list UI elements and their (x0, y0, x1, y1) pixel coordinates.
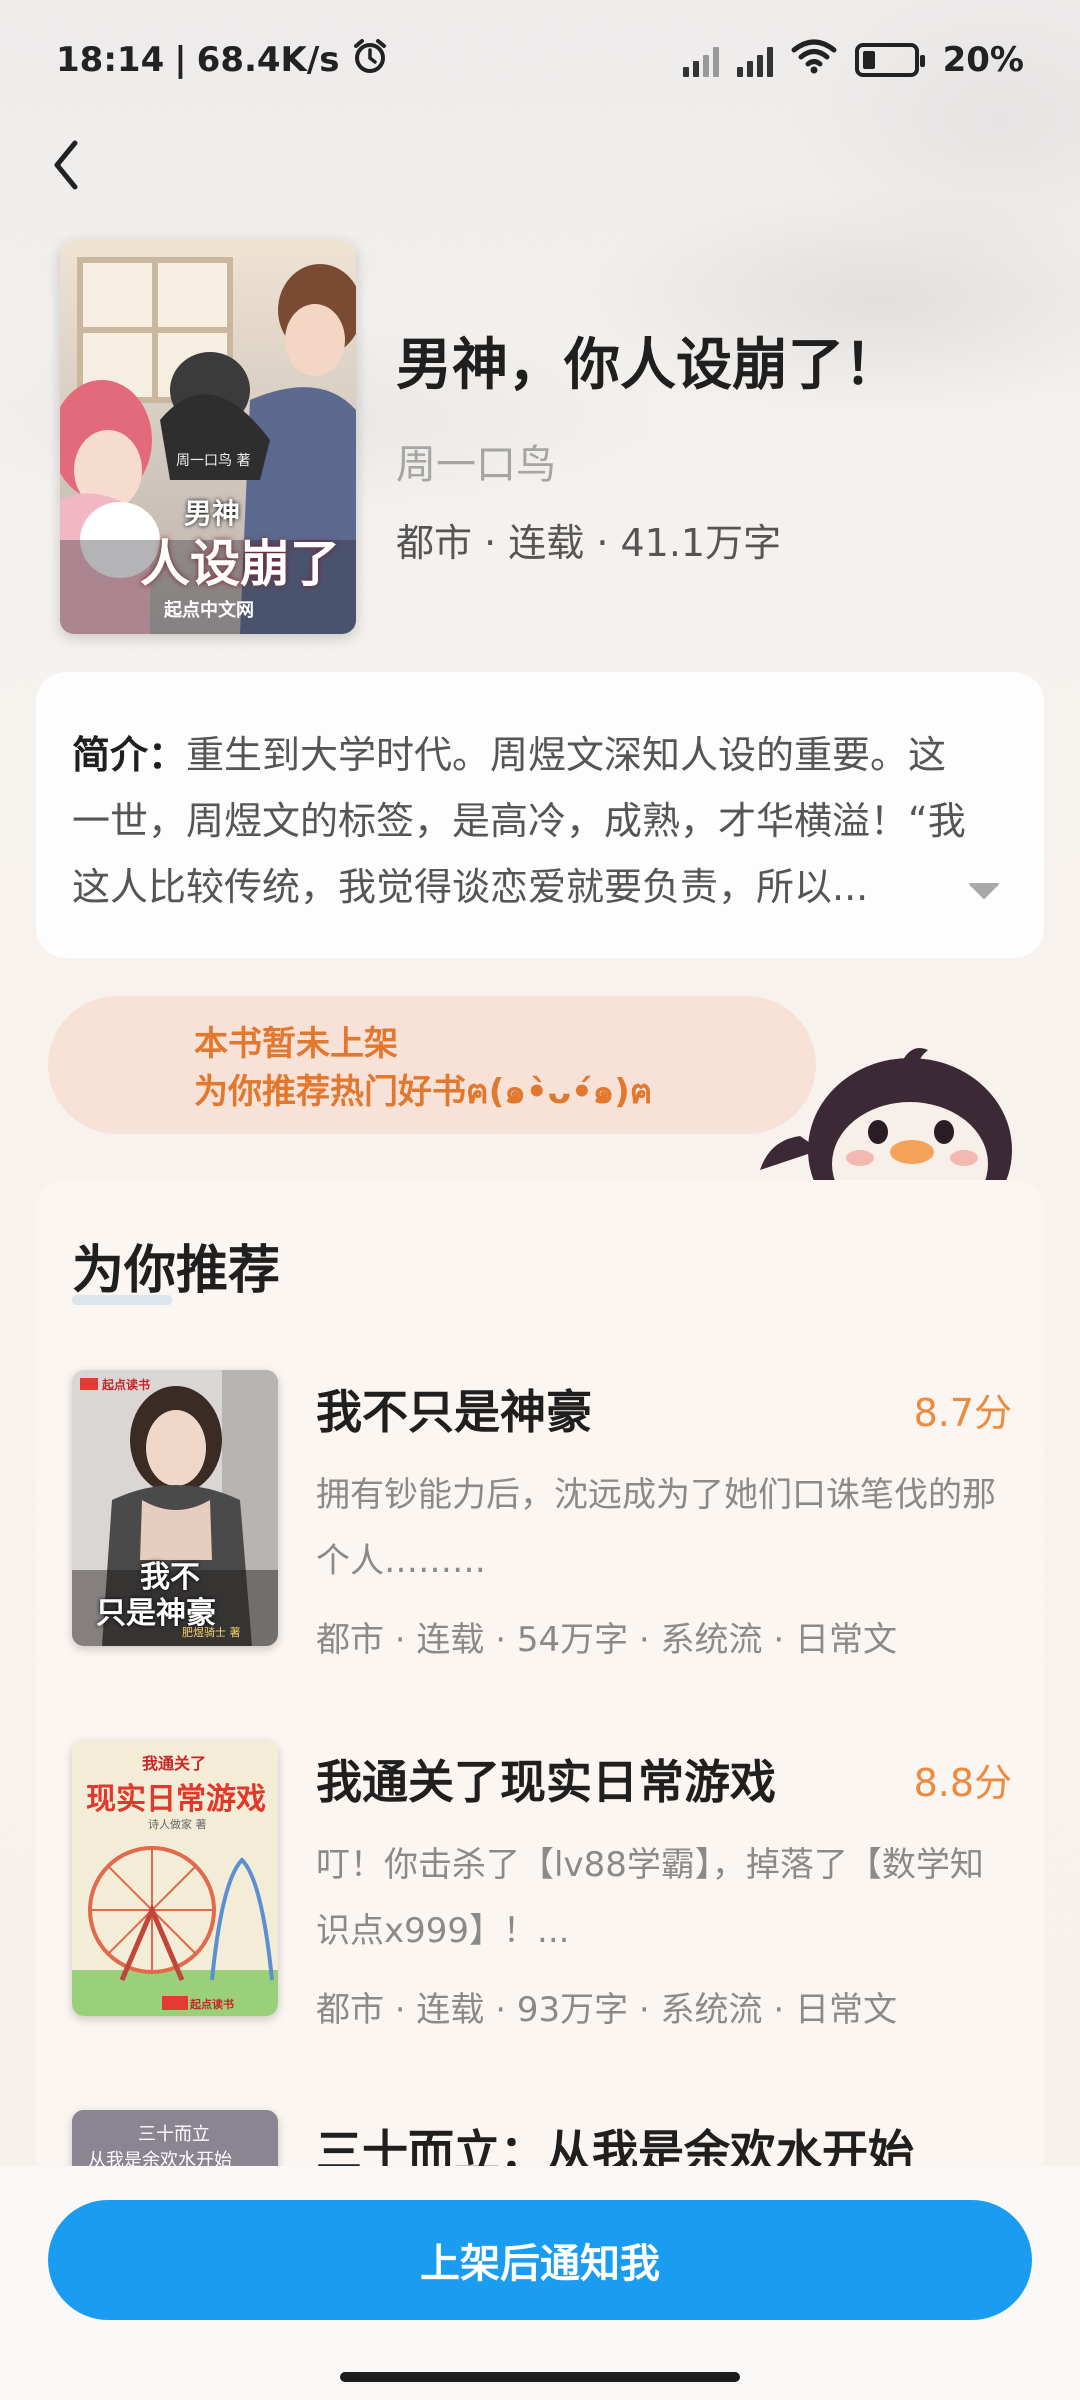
rec-cover-brand: 起点读书 (190, 1998, 234, 2011)
status-time: 18:14 (56, 40, 165, 80)
rec-tags: 都市 · 连载 · 93万字 · 系统流 · 日常文 (316, 1990, 897, 2030)
book-title: 男神，你人设崩了！ (396, 333, 900, 398)
rec-cover-line2: 现实日常游戏 (86, 1782, 266, 1817)
status-right: 20% (682, 38, 1024, 83)
cover-author-text: 周一口鸟 著 (176, 453, 251, 469)
rec-cover-line1: 三十而立 (138, 2124, 210, 2145)
status-divider: | (174, 40, 187, 80)
cover-title-main: 人设崩了 (140, 535, 340, 593)
rec-cover[interactable]: 起点读书 我不 只是神豪 肥煜骑士 著 (72, 1370, 278, 1646)
rec-desc: 叮！你击杀了【lv88学霸】，掉落了【数学知识点x999】！... (316, 1845, 984, 1951)
home-indicator[interactable] (340, 2372, 740, 2382)
expand-down-icon[interactable] (968, 880, 1000, 900)
rec-cover-brand: 起点读书 (102, 1378, 151, 1392)
status-bar: 18:14 | 68.4K/s 20% (0, 0, 1080, 120)
penguin-mascot-icon (760, 1048, 1012, 1180)
signal-icon (736, 43, 773, 77)
rec-desc: 拥有钞能力后，沈远成为了她们口诛笔伐的那个人……… (316, 1475, 996, 1581)
notify-me-button[interactable]: 上架后通知我 (48, 2200, 1032, 2320)
intro-card[interactable]: 简介：重生到大学时代。周煜文深知人设的重要。这一世，周煜文的标签，是高冷，成熟，… (36, 672, 1044, 958)
battery-icon (854, 43, 925, 77)
signal-icon (682, 43, 719, 77)
back-button[interactable] (36, 130, 96, 200)
status-left: 18:14 | 68.4K/s (56, 36, 390, 85)
notice-bubble: 本书暂未上架 为你推荐热门好书ฅ(๑•̀ᴗ•́๑)ฅ (48, 996, 816, 1134)
rec-cover[interactable]: 我通关了 现实日常游戏 诗人做家 著 起点读书 (72, 1740, 278, 2016)
book-author[interactable]: 周一口鸟 (396, 432, 556, 490)
notice-line-2: 为你推荐热门好书ฅ(๑•̀ᴗ•́๑)ฅ (194, 1072, 653, 1112)
rec-title: 我通关了现实日常游戏 (316, 1755, 776, 1809)
rec-cover-line1: 我通关了 (142, 1754, 207, 1773)
rec-score: 8.8分 (913, 1761, 1012, 1805)
intro-body: 重生到大学时代。周煜文深知人设的重要。这一世，周煜文的标签，是高冷，成熟，才华横… (72, 733, 966, 909)
chevron-left-icon (54, 140, 78, 190)
rec-title: 我不只是神豪 (316, 1385, 592, 1439)
alarm-icon (350, 36, 390, 85)
recommendations-heading: 为你推荐 (72, 1228, 280, 1305)
wifi-icon (791, 38, 837, 83)
intro-text: 简介：重生到大学时代。周煜文深知人设的重要。这一世，周煜文的标签，是高冷，成熟，… (72, 722, 1008, 920)
rec-tags: 都市 · 连载 · 54万字 · 系统流 · 日常文 (316, 1620, 897, 1660)
rec-item[interactable]: 起点读书 我不 只是神豪 肥煜骑士 著 我不只是神豪 8.7分 拥有钞能力后，沈… (72, 1370, 1012, 1670)
rec-item[interactable]: 我通关了 现实日常游戏 诗人做家 著 起点读书 我通关了现实日常游戏 8.8分 … (72, 1740, 1012, 2040)
rec-cover-author: 诗人做家 著 (148, 1818, 207, 1831)
battery-percent: 20% (942, 40, 1024, 80)
book-cover[interactable]: 周一口鸟 著 男神 人设崩了 起点中文网 (60, 240, 356, 634)
network-speed: 68.4K/s (196, 40, 340, 80)
book-meta: 都市 · 连载 · 41.1万字 (396, 521, 782, 565)
notice-line-1: 本书暂未上架 (194, 1024, 398, 1064)
intro-label: 简介： (72, 733, 187, 777)
cover-publisher: 起点中文网 (164, 600, 254, 621)
rec-score: 8.7分 (913, 1391, 1012, 1435)
rec-cover-author: 肥煜骑士 著 (182, 1626, 241, 1639)
